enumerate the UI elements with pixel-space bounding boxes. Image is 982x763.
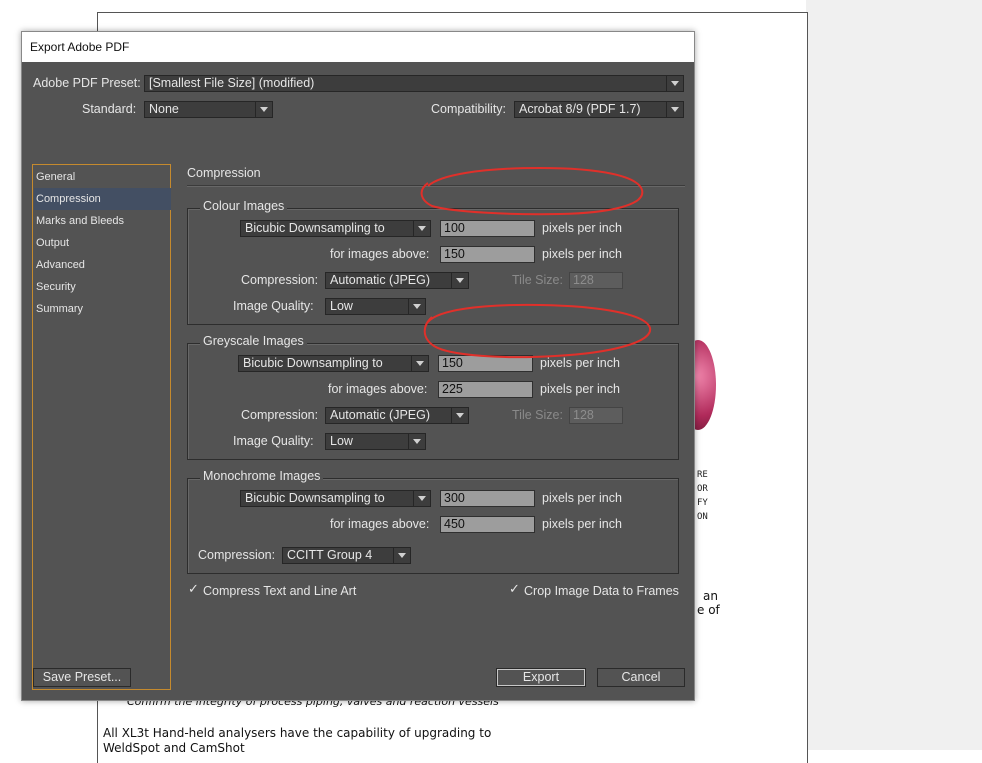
dialog-title: Export Adobe PDF [22, 32, 694, 62]
greyscale-images-group: Greyscale Images Bicubic Downsampling to… [187, 334, 679, 460]
colour-tile-label: Tile Size: [512, 273, 563, 287]
compatibility-value: Acrobat 8/9 (PDF 1.7) [519, 102, 641, 116]
crop-image-checkbox[interactable]: Crop Image Data to Frames [509, 581, 679, 598]
sidebar-item-marks-and-bleeds[interactable]: Marks and Bleeds [34, 210, 171, 232]
colour-above-input[interactable]: 150 [440, 246, 535, 263]
standard-dropdown[interactable]: None [144, 101, 273, 118]
sidebar-item-compression[interactable]: Compression [34, 188, 171, 210]
mono-compression-value: CCITT Group 4 [287, 548, 373, 562]
colour-sampling-value: Bicubic Downsampling to [245, 221, 385, 235]
colour-above-label: for images above: [330, 247, 430, 261]
chevron-down-icon [255, 102, 272, 117]
colour-sampling-dropdown[interactable]: Bicubic Downsampling to [240, 220, 431, 237]
greyscale-tile-label: Tile Size: [512, 408, 563, 422]
checkmark-icon [509, 581, 520, 597]
compatibility-dropdown[interactable]: Acrobat 8/9 (PDF 1.7) [514, 101, 684, 118]
document-caps-fragment: RE OR FY ON [697, 470, 708, 522]
chevron-down-icon [408, 299, 425, 314]
export-pdf-dialog: Export Adobe PDF Adobe PDF Preset: [Smal… [21, 31, 695, 701]
greyscale-quality-label: Image Quality: [233, 434, 314, 448]
greyscale-above-unit: pixels per inch [540, 382, 620, 396]
monochrome-images-title: Monochrome Images [200, 469, 324, 483]
compress-text-label: Compress Text and Line Art [203, 584, 357, 598]
cancel-button[interactable]: Cancel [597, 668, 685, 687]
save-preset-button[interactable]: Save Preset... [33, 668, 131, 687]
crop-image-label: Crop Image Data to Frames [524, 584, 679, 598]
mono-sampling-dropdown[interactable]: Bicubic Downsampling to [240, 490, 431, 507]
document-line-2: All XL3t Hand-held analysers have the ca… [103, 726, 492, 740]
standard-value: None [149, 102, 179, 116]
sidebar-item-advanced[interactable]: Advanced [34, 254, 171, 276]
greyscale-sampling-dropdown[interactable]: Bicubic Downsampling to [238, 355, 429, 372]
colour-tile-input: 128 [569, 272, 623, 289]
compress-text-checkbox[interactable]: Compress Text and Line Art [188, 581, 357, 598]
sidebar-item-security[interactable]: Security [34, 276, 171, 298]
mono-above-input[interactable]: 450 [440, 516, 535, 533]
chevron-down-icon [393, 548, 410, 563]
greyscale-images-title: Greyscale Images [200, 334, 307, 348]
colour-compression-label: Compression: [241, 273, 319, 287]
chevron-down-icon [413, 221, 430, 236]
mono-sampling-value: Bicubic Downsampling to [245, 491, 385, 505]
chevron-down-icon [408, 434, 425, 449]
colour-quality-value: Low [330, 299, 353, 313]
sidebar-item-output[interactable]: Output [34, 232, 171, 254]
settings-sidebar: General Compression Marks and Bleeds Out… [32, 164, 171, 690]
chevron-down-icon [451, 273, 468, 288]
export-button[interactable]: Export [496, 668, 586, 687]
greyscale-compression-value: Automatic (JPEG) [330, 408, 431, 422]
section-divider [187, 185, 685, 187]
chevron-down-icon [666, 76, 683, 91]
chevron-down-icon [451, 408, 468, 423]
standard-label: Standard: [82, 102, 137, 116]
chevron-down-icon [411, 356, 428, 371]
colour-compression-dropdown[interactable]: Automatic (JPEG) [325, 272, 469, 289]
section-title: Compression [187, 166, 261, 180]
greyscale-sampling-value: Bicubic Downsampling to [243, 356, 383, 370]
greyscale-compression-label: Compression: [241, 408, 319, 422]
checkmark-icon [188, 581, 199, 597]
mono-above-unit: pixels per inch [542, 517, 622, 531]
monochrome-images-group: Monochrome Images Bicubic Downsampling t… [187, 469, 679, 574]
desktop-background-right [806, 0, 982, 750]
colour-quality-label: Image Quality: [233, 299, 314, 313]
mono-ppi-unit: pixels per inch [542, 491, 622, 505]
colour-above-unit: pixels per inch [542, 247, 622, 261]
greyscale-ppi-unit: pixels per inch [540, 356, 620, 370]
mono-compression-dropdown[interactable]: CCITT Group 4 [282, 547, 411, 564]
preset-dropdown[interactable]: [Smallest File Size] (modified) [144, 75, 684, 92]
document-fragment-2: e of [697, 603, 720, 617]
greyscale-above-input[interactable]: 225 [438, 381, 533, 398]
colour-compression-value: Automatic (JPEG) [330, 273, 431, 287]
colour-ppi-input[interactable]: 100 [440, 220, 535, 237]
greyscale-compression-dropdown[interactable]: Automatic (JPEG) [325, 407, 469, 424]
colour-ppi-unit: pixels per inch [542, 221, 622, 235]
mono-above-label: for images above: [330, 517, 430, 531]
colour-quality-dropdown[interactable]: Low [325, 298, 426, 315]
greyscale-tile-input: 128 [569, 407, 623, 424]
sidebar-item-general[interactable]: General [34, 166, 171, 188]
chevron-down-icon [666, 102, 683, 117]
mono-compression-label: Compression: [198, 548, 276, 562]
greyscale-quality-value: Low [330, 434, 353, 448]
compatibility-label: Compatibility: [431, 102, 507, 116]
preset-label: Adobe PDF Preset: [33, 76, 141, 90]
document-fragment-1: an [703, 589, 718, 603]
greyscale-above-label: for images above: [328, 382, 428, 396]
sidebar-item-summary[interactable]: Summary [34, 298, 171, 320]
preset-value: [Smallest File Size] (modified) [149, 76, 315, 90]
greyscale-quality-dropdown[interactable]: Low [325, 433, 426, 450]
dialog-content: Adobe PDF Preset: [Smallest File Size] (… [22, 62, 694, 700]
greyscale-ppi-input[interactable]: 150 [438, 355, 533, 372]
chevron-down-icon [413, 491, 430, 506]
mono-ppi-input[interactable]: 300 [440, 490, 535, 507]
document-line-3: WeldSpot and CamShot [103, 741, 245, 755]
colour-images-group: Colour Images Bicubic Downsampling to 10… [187, 199, 679, 325]
colour-images-title: Colour Images [200, 199, 288, 213]
